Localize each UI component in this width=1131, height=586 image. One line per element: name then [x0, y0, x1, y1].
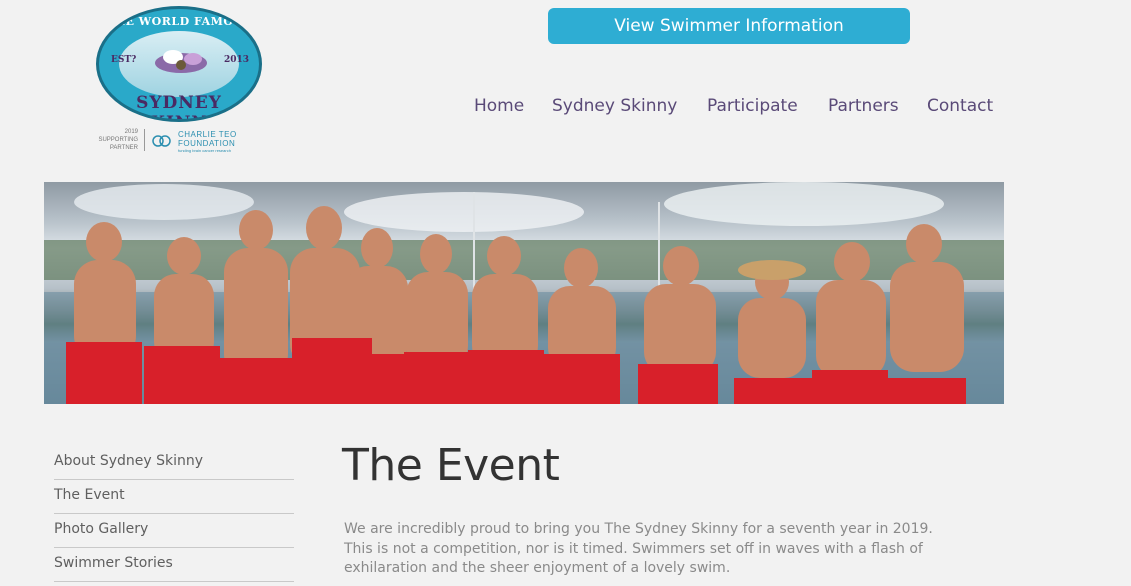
partner-supporting: SUPPORTING — [98, 137, 138, 143]
partner-name-line-1: CHARLIE TEO — [178, 130, 237, 139]
nav-item-home[interactable]: Home — [474, 96, 524, 116]
foundation-icon — [152, 135, 171, 147]
logo-est-text: EST? — [111, 55, 137, 65]
partner-name-line-2: FOUNDATION — [178, 139, 236, 148]
view-swimmer-information-button[interactable]: View Swimmer Information — [548, 8, 910, 44]
partner-partner: PARTNER — [109, 145, 138, 151]
nav-item-contact[interactable]: Contact — [927, 96, 993, 116]
logo-year-text: 2013 — [223, 55, 249, 65]
page-title: The Event — [342, 440, 560, 491]
nav-item-partners[interactable]: Partners — [828, 96, 899, 116]
partner-divider — [144, 129, 145, 151]
nav-item-participate[interactable]: Participate — [707, 96, 798, 116]
partner-year: 2019 — [124, 129, 138, 135]
partner-name: CHARLIE TEO FOUNDATION — [178, 130, 237, 148]
main-nav: Home Sydney Skinny Participate Partners … — [0, 96, 1131, 120]
hero-banner-photo — [44, 182, 1004, 404]
site-logo[interactable]: THE WORLD FAMOUS EST? 2013 SYDNEY SKINNY… — [92, 4, 264, 154]
sidebar-item-about[interactable]: About Sydney Skinny — [54, 446, 294, 480]
partner-label: 2019 SUPPORTING PARTNER — [92, 128, 138, 152]
charity-partner-badge[interactable]: 2019 SUPPORTING PARTNER CHARLIE TEO FOUN… — [92, 128, 264, 154]
sidebar-item-swimmer-stories[interactable]: Swimmer Stories — [54, 548, 294, 582]
sidebar-nav: About Sydney Skinny The Event Photo Gall… — [54, 446, 294, 582]
sidebar-item-photo-gallery[interactable]: Photo Gallery — [54, 514, 294, 548]
logo-swimmer-illustration — [155, 50, 207, 73]
banner-illustration — [44, 182, 1004, 404]
nav-item-sydney-skinny[interactable]: Sydney Skinny — [552, 96, 677, 116]
partner-tagline: funding brain cancer research — [178, 148, 231, 153]
intro-paragraph: We are incredibly proud to bring you The… — [344, 521, 933, 576]
sidebar-item-the-event[interactable]: The Event — [54, 480, 294, 514]
logo-top-text: THE WORLD FAMOUS — [106, 15, 252, 28]
